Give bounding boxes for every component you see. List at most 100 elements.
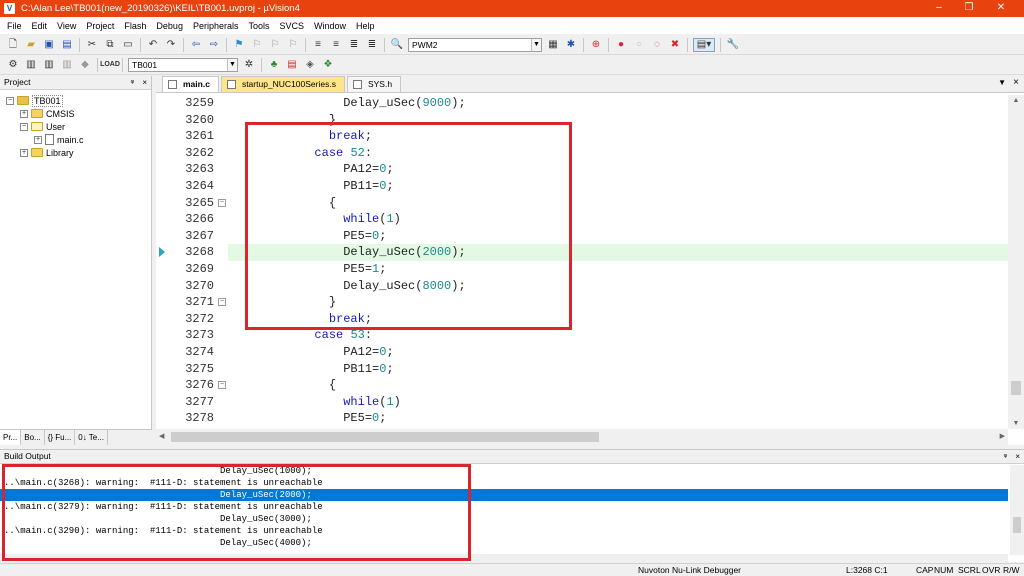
scroll-thumb[interactable] xyxy=(1013,517,1021,533)
code-line[interactable]: 3261 break; xyxy=(156,128,1008,145)
tab-list-dropdown-icon[interactable]: ▼ xyxy=(998,78,1006,87)
find-in-files-icon[interactable]: 🔍 xyxy=(390,38,404,52)
fold-toggle-icon[interactable]: − xyxy=(218,381,226,390)
close-tab-icon[interactable]: × xyxy=(1013,77,1019,88)
download-icon[interactable]: LOAD xyxy=(100,58,120,72)
bookmark-icon[interactable]: ⚑ xyxy=(232,38,246,52)
prev-bookmark-icon[interactable]: ⚐ xyxy=(250,38,264,52)
maximize-button[interactable]: ❐ xyxy=(954,0,984,17)
menu-view[interactable]: View xyxy=(52,21,81,31)
menu-debug[interactable]: Debug xyxy=(151,21,188,31)
close-panel-icon[interactable]: × xyxy=(1015,452,1020,461)
tree-node-library[interactable]: + Library xyxy=(0,146,151,159)
code-line[interactable]: 3268 Delay_uSec(2000); xyxy=(156,244,1008,261)
tab-books[interactable]: Bo... xyxy=(21,430,45,445)
clear-bookmarks-icon[interactable]: ⚐ xyxy=(286,38,300,52)
tab-templates[interactable]: 0↓ Te... xyxy=(75,430,108,445)
tree-node-user[interactable]: − User xyxy=(0,120,151,133)
cut-icon[interactable]: ✂ xyxy=(85,38,99,52)
scroll-up-icon[interactable]: ▲ xyxy=(1008,97,1024,104)
output-line[interactable]: ..\main.c(3268): warning: #111-D: statem… xyxy=(0,477,1008,489)
code-line[interactable]: 3269 PE5=1; xyxy=(156,261,1008,278)
fold-toggle-icon[interactable]: − xyxy=(218,298,226,307)
scroll-right-icon[interactable]: ▶ xyxy=(1000,432,1005,440)
build-output-hscrollbar[interactable] xyxy=(0,554,1008,562)
debug-session-icon[interactable]: ⊕ xyxy=(589,38,603,52)
chevron-down-icon[interactable]: ▼ xyxy=(227,58,237,71)
output-line[interactable]: Delay_uSec(1000); xyxy=(0,465,1008,477)
rebuild-icon[interactable]: ▥ xyxy=(42,58,56,72)
unindent-icon[interactable]: ≡ xyxy=(329,38,343,52)
undo-icon[interactable]: ↶ xyxy=(146,38,160,52)
expand-icon[interactable]: + xyxy=(20,148,28,157)
output-line[interactable]: ..\main.c(3290): warning: #111-D: statem… xyxy=(0,525,1008,537)
output-line[interactable]: Delay_uSec(4000); xyxy=(0,537,1008,549)
select-packs-icon[interactable]: ◈ xyxy=(303,58,317,72)
new-file-icon[interactable]: 🗋 xyxy=(6,38,20,52)
code-view[interactable]: 3259 Delay_uSec(9000); 3260 } 3261 break; 3… xyxy=(156,95,1008,429)
kill-breakpoints-icon[interactable]: ✖ xyxy=(668,38,682,52)
close-panel-icon[interactable]: × xyxy=(142,78,147,87)
scroll-thumb[interactable] xyxy=(1011,381,1021,395)
tab-startup-s[interactable]: startup_NUC100Series.s xyxy=(220,76,345,92)
open-file-icon[interactable]: ▰ xyxy=(24,38,38,52)
save-all-icon[interactable]: ▤ xyxy=(60,38,74,52)
code-line[interactable]: 3276− { xyxy=(156,377,1008,394)
nav-back-icon[interactable]: ⇦ xyxy=(189,38,203,52)
indent-icon[interactable]: ≡ xyxy=(311,38,325,52)
menu-tools[interactable]: Tools xyxy=(243,21,274,31)
build-icon[interactable]: ▥ xyxy=(24,58,38,72)
target-select[interactable]: TB001 ▼ xyxy=(128,57,238,72)
close-window-button[interactable]: ✕ xyxy=(986,0,1016,17)
configure-icon[interactable]: 🔧 xyxy=(726,38,740,52)
output-line[interactable]: ..\main.c(3279): warning: #111-D: statem… xyxy=(0,501,1008,513)
code-line[interactable]: 3278 PE5=0; xyxy=(156,410,1008,427)
tab-main-c[interactable]: main.c xyxy=(162,76,219,92)
expand-icon[interactable]: + xyxy=(20,109,28,118)
redo-icon[interactable]: ↷ xyxy=(164,38,178,52)
code-line[interactable]: 3273 case 53: xyxy=(156,327,1008,344)
output-line[interactable]: Delay_uSec(2000); xyxy=(0,489,1008,501)
stop-build-icon[interactable]: ◆ xyxy=(78,58,92,72)
editor-horizontal-scrollbar[interactable]: ◀ ▶ xyxy=(156,429,1008,445)
manage-components-icon[interactable]: ▤ xyxy=(285,58,299,72)
tab-project[interactable]: Pr... xyxy=(0,430,22,445)
target-options-icon[interactable]: ✲ xyxy=(242,58,256,72)
build-output-scrollbar[interactable] xyxy=(1010,465,1024,555)
code-line[interactable]: 3266 while(1) xyxy=(156,211,1008,228)
fold-toggle-icon[interactable]: − xyxy=(218,198,226,207)
breakpoint-icon[interactable]: ● xyxy=(614,38,628,52)
incremental-find-icon[interactable]: ✱ xyxy=(564,38,578,52)
code-line[interactable]: 3274 PA12=0; xyxy=(156,344,1008,361)
chevron-down-icon[interactable]: ▼ xyxy=(531,38,541,51)
code-line[interactable]: 3277 while(1) xyxy=(156,394,1008,411)
disable-all-breakpoints-icon[interactable]: ◌ xyxy=(650,38,664,52)
nav-forward-icon[interactable]: ⇨ xyxy=(207,38,221,52)
translate-icon[interactable]: ⚙ xyxy=(6,58,20,72)
copy-icon[interactable]: ⧉ xyxy=(103,38,117,52)
save-icon[interactable]: ▣ xyxy=(42,38,56,52)
code-line[interactable]: 3262 case 52: xyxy=(156,145,1008,162)
code-line[interactable]: 3271− } xyxy=(156,294,1008,311)
disable-breakpoint-icon[interactable]: ○ xyxy=(632,38,646,52)
code-line[interactable]: 3265− { xyxy=(156,195,1008,212)
scroll-down-icon[interactable]: ▼ xyxy=(1008,420,1024,427)
code-line[interactable]: 3259 Delay_uSec(9000); xyxy=(156,95,1008,112)
code-line[interactable]: 3264 PB11=0; xyxy=(156,178,1008,195)
build-output-text[interactable]: Delay_uSec(1000); ..\main.c(3268): warnin… xyxy=(0,465,1008,555)
code-line[interactable]: 3263 PA12=0; xyxy=(156,161,1008,178)
next-bookmark-icon[interactable]: ⚐ xyxy=(268,38,282,52)
scroll-thumb[interactable] xyxy=(171,432,599,442)
collapse-icon[interactable]: − xyxy=(20,122,28,131)
file-extensions-icon[interactable]: ♣ xyxy=(267,58,281,72)
find-combo[interactable]: PWM2 ▼ xyxy=(408,37,542,52)
paste-icon[interactable]: ▭ xyxy=(121,38,135,52)
window-layout-icon[interactable]: ▤▾ xyxy=(693,37,715,52)
tab-sys-h[interactable]: SYS.h xyxy=(346,76,402,92)
tree-node-main-c[interactable]: + main.c xyxy=(0,133,151,146)
output-line[interactable]: Delay_uSec(3000); xyxy=(0,513,1008,525)
scroll-left-icon[interactable]: ◀ xyxy=(159,432,164,440)
menu-svcs[interactable]: SVCS xyxy=(275,21,310,31)
code-line[interactable]: 3267 PE5=0; xyxy=(156,228,1008,245)
find-icon[interactable]: ▦ xyxy=(546,38,560,52)
